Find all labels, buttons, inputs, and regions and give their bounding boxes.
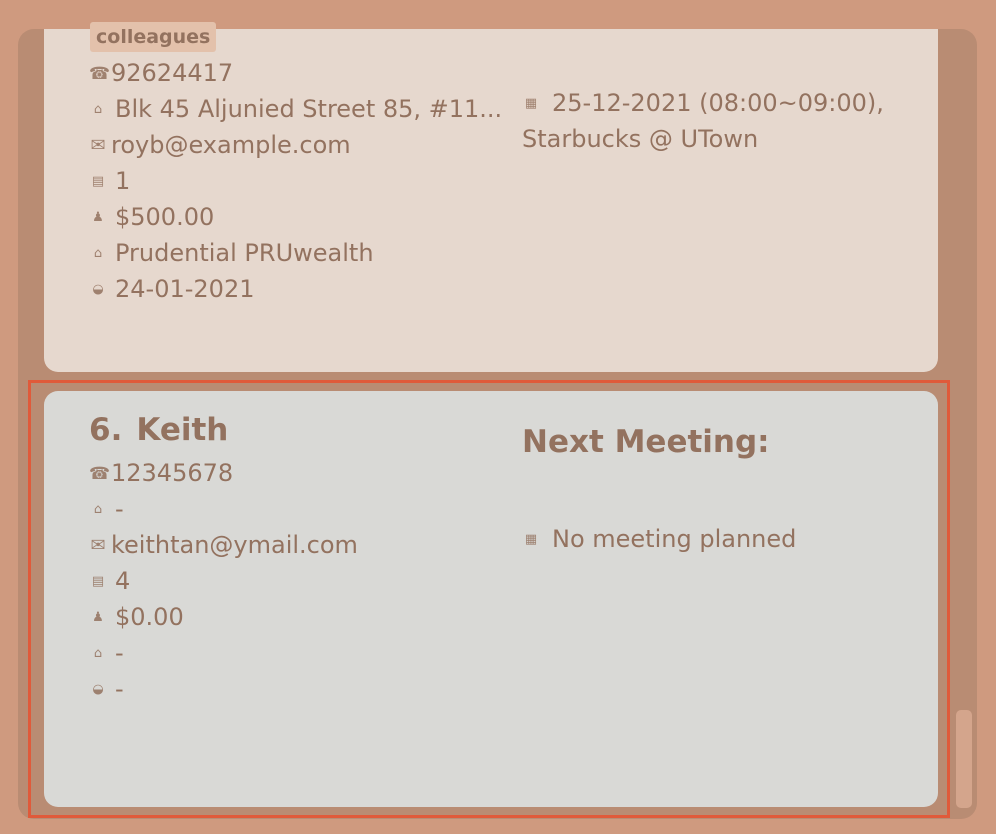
home-icon: ⌂ — [93, 502, 103, 517]
date-field: ◒ 24-01-2021 — [89, 273, 254, 305]
policies-field: ▤ 4 — [89, 565, 130, 597]
scrollbar-thumb[interactable] — [956, 710, 972, 808]
phone-icon: ☎ — [89, 64, 111, 84]
tag-badge: colleagues — [90, 22, 217, 52]
date-field: ◒ - — [89, 673, 123, 705]
phone-field: ☎92624417 — [89, 57, 233, 89]
plan-field: ⌂ Prudential PRUwealth — [89, 237, 374, 269]
money-bag-icon: ♟ — [92, 210, 104, 225]
handshake-icon: ◒ — [92, 682, 104, 697]
next-meeting-location: Starbucks @ UTown — [522, 125, 759, 153]
envelope-icon: ✉ — [90, 535, 106, 556]
plan-field: ⌂ - — [89, 637, 124, 669]
phone-field: ☎12345678 — [89, 457, 233, 489]
phone-icon: ☎ — [89, 464, 111, 484]
next-meeting-info: ▦ No meeting planned — [522, 521, 797, 558]
next-meeting-title: Next Meeting: — [522, 424, 770, 460]
policies-field: ▤ 1 — [89, 165, 130, 197]
calendar-icon: ▦ — [524, 96, 538, 111]
address-field: ⌂ - — [89, 493, 124, 525]
person-name: 6. Keith — [89, 412, 229, 448]
building-icon: ⌂ — [93, 646, 103, 661]
email-field: ✉ keithtan@ymail.com — [89, 529, 357, 561]
document-icon: ▤ — [91, 574, 105, 589]
handshake-icon: ◒ — [92, 282, 104, 297]
document-icon: ▤ — [91, 174, 105, 189]
home-icon: ⌂ — [93, 102, 103, 117]
premium-field: ♟ $0.00 — [89, 601, 184, 633]
address-field: ⌂ Blk 45 Aljunied Street 85, #11... — [89, 93, 502, 125]
next-meeting-info: ▦ 25-12-2021 (08:00~09:00), — [522, 85, 884, 122]
premium-field: ♟ $500.00 — [89, 201, 214, 233]
calendar-icon: ▦ — [524, 532, 538, 547]
envelope-icon: ✉ — [90, 135, 106, 156]
email-field: ✉ royb@example.com — [89, 129, 350, 161]
person-card-6[interactable] — [44, 391, 938, 807]
scrollbar-track[interactable] — [954, 29, 974, 819]
building-icon: ⌂ — [93, 246, 103, 261]
money-bag-icon: ♟ — [92, 610, 104, 625]
